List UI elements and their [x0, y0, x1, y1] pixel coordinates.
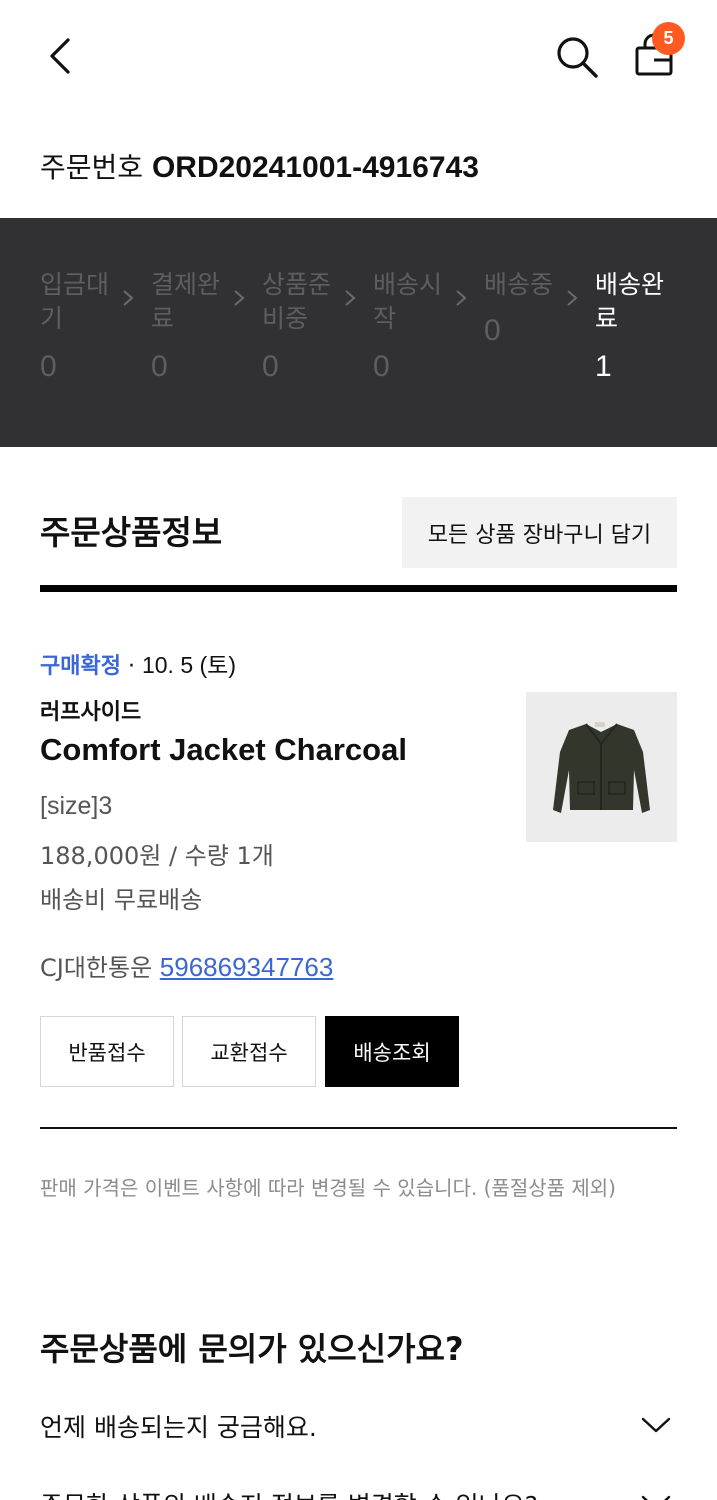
add-all-to-cart-button[interactable]: 모든 상품 장바구니 담기 [402, 497, 677, 568]
product-option: [size]3 [40, 792, 113, 820]
status-step-label: 상품준비중 [262, 270, 332, 333]
courier-info: CJ대한통운 596869347763 [40, 948, 333, 983]
status-step-count: 0 [262, 350, 279, 383]
chevron-right-icon [456, 290, 467, 306]
jacket-image [553, 722, 650, 813]
faq-item[interactable]: 주문한 상품의 배송지 정보를 변경할 수 있나요? [40, 1486, 677, 1500]
status-step-paid: 결제완료 0 [151, 268, 231, 384]
status-step-label: 배송중 [484, 270, 554, 299]
chevron-down-icon [641, 1417, 671, 1433]
chevron-right-icon [567, 290, 578, 306]
status-step-count: 1 [595, 350, 612, 383]
purchase-status-line: 구매확정 · 10. 5 (토) [40, 646, 236, 680]
faq-title: 주문상품에 문의가 있으신가요? [40, 1330, 464, 1368]
order-number: 주문번호 ORD20241001-4916743 [40, 146, 479, 186]
chevron-right-icon [345, 290, 356, 306]
chevron-right-icon [123, 290, 134, 306]
separator-dot: · [127, 654, 135, 679]
status-step-count: 0 [373, 350, 390, 383]
status-step-preparing: 상품준비중 0 [262, 268, 342, 384]
status-step-label: 배송완료 [595, 270, 665, 333]
track-delivery-button[interactable]: 배송조회 [325, 1016, 459, 1087]
order-number-value: ORD20241001-4916743 [151, 151, 479, 184]
status-step-label: 배송시작 [373, 270, 443, 333]
chevron-down-icon [641, 1495, 671, 1500]
shipping-fee: 배송비 무료배송 [40, 886, 203, 914]
section-title: 주문상품정보 [40, 513, 223, 552]
purchase-status: 구매확정 [40, 654, 121, 679]
search-icon [557, 37, 598, 78]
status-step-shipping-started: 배송시작 0 [373, 268, 453, 384]
status-step-delivered: 배송완료 1 [595, 268, 675, 384]
price-notice: 판매 가격은 이벤트 사항에 따라 변경될 수 있습니다. (품절상품 제외) [40, 1176, 616, 1200]
product-name[interactable]: Comfort Jacket Charcoal [40, 732, 407, 768]
faq-question: 주문한 상품의 배송지 정보를 변경할 수 있나요? [40, 1486, 538, 1500]
status-step-count: 0 [484, 314, 501, 347]
tracking-number-link[interactable]: 596869347763 [160, 952, 334, 982]
top-bar: 5 [0, 0, 717, 110]
status-step-label: 입금대기 [40, 270, 110, 333]
status-step-pending-deposit: 입금대기 0 [40, 268, 120, 384]
status-step-in-transit: 배송중 0 [484, 268, 564, 348]
return-request-button[interactable]: 반품접수 [40, 1016, 174, 1087]
purchase-date: 10. 5 (토) [141, 652, 236, 678]
status-step-count: 0 [151, 350, 168, 383]
product-price-quantity: 188,000원 / 수량 1개 [40, 842, 274, 870]
status-step-label: 결제완료 [151, 270, 221, 333]
faq-question: 언제 배송되는지 궁금해요. [40, 1413, 317, 1442]
brand-name[interactable]: 러프사이드 [40, 694, 141, 726]
chevron-left-icon [50, 38, 70, 74]
chevron-right-icon [234, 290, 245, 306]
divider [40, 1127, 677, 1129]
faq-item[interactable]: 언제 배송되는지 궁금해요. [40, 1408, 677, 1448]
back-button[interactable] [38, 30, 82, 82]
courier-name: CJ대한통운 [40, 954, 153, 982]
search-button[interactable] [554, 34, 600, 80]
order-number-label: 주문번호 [40, 151, 144, 184]
exchange-request-button[interactable]: 교환접수 [182, 1016, 316, 1087]
status-step-count: 0 [40, 350, 57, 383]
cart-count-badge: 5 [652, 22, 685, 55]
section-divider [40, 585, 677, 592]
product-image[interactable] [526, 692, 677, 842]
